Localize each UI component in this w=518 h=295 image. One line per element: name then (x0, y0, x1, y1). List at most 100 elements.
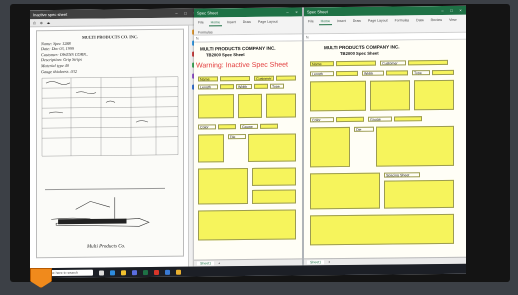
cell-gauge[interactable]: Gauge (240, 123, 258, 130)
file-explorer-icon[interactable] (121, 269, 127, 275)
cell-value[interactable] (394, 116, 422, 122)
cell-value[interactable] (254, 83, 268, 89)
table-block[interactable] (198, 94, 234, 119)
signature: Multi Products Co. (87, 244, 126, 251)
page-nav-icon[interactable]: ◂▸ (47, 21, 51, 25)
sheet-tab[interactable]: Sheet1 (307, 260, 325, 265)
cell-value[interactable] (260, 123, 278, 129)
table-block[interactable] (238, 93, 262, 119)
table-block[interactable] (370, 80, 410, 111)
ribbon-tab-page-layout[interactable]: Page Layout (366, 18, 390, 24)
chrome-icon[interactable] (176, 269, 182, 275)
maximize-icon[interactable]: □ (183, 11, 188, 16)
table-block[interactable] (310, 126, 350, 168)
scanned-spec-page: MULTI PRODUCTS CO. INC. Name: Spec 1288 … (36, 28, 184, 259)
minimize-icon[interactable]: – (285, 10, 290, 15)
form-line: Gauge thickness .032 (41, 68, 77, 74)
table-block[interactable] (310, 213, 454, 246)
cell-width[interactable]: Width (236, 83, 252, 90)
cell-value[interactable] (220, 75, 250, 82)
spec-sheet-left: MULTI PRODUCTS COMPANY INC. TB2000 Spec … (194, 41, 302, 267)
add-sheet-icon[interactable]: + (218, 261, 220, 265)
cell-value[interactable] (218, 124, 236, 130)
table-block[interactable] (376, 125, 454, 167)
sheet-name: TB2000 Spec Sheet (206, 52, 245, 58)
cell-value[interactable] (276, 75, 296, 81)
ribbon-tab-file[interactable]: File (306, 18, 316, 24)
cell-spacing-sheet[interactable]: Spacing Sheet (384, 172, 420, 178)
spec-sheet-right: MULTI PRODUCTS COMPANY INC. TB2000 Spec … (304, 39, 466, 266)
table-block[interactable] (252, 167, 296, 186)
cell-value[interactable] (336, 70, 358, 77)
task-view-icon[interactable] (99, 270, 105, 276)
minimize-icon[interactable]: – (174, 11, 179, 16)
add-sheet-icon[interactable]: + (328, 260, 330, 264)
cell-value[interactable] (336, 60, 376, 67)
cell-die[interactable]: Die (228, 134, 246, 140)
excel-window-left: Spec Sheet – × File Home Insert Draw Pag… (194, 7, 302, 267)
cell-color[interactable]: Color (310, 117, 334, 123)
cell-value[interactable] (408, 59, 448, 66)
edge-icon[interactable] (110, 269, 116, 275)
cell-type[interactable]: Type (270, 83, 284, 89)
table-block[interactable] (310, 80, 366, 112)
ribbon-tab-review[interactable]: Review (429, 17, 444, 23)
cell-customer[interactable]: Customer (254, 75, 274, 81)
ribbon-tab-insert[interactable]: Insert (335, 18, 348, 24)
cell-gauge[interactable]: Gauge (368, 116, 392, 122)
cell-type[interactable]: Type (412, 70, 430, 76)
cell-name[interactable]: Name (310, 61, 334, 67)
zoom-icon[interactable]: ⊕ (40, 21, 43, 25)
cell-length[interactable]: Length (198, 84, 218, 90)
table-block[interactable] (266, 93, 296, 118)
form-grid (41, 76, 179, 157)
cell-value[interactable] (336, 116, 364, 123)
part-drawing (45, 187, 165, 234)
table-block[interactable] (252, 189, 296, 204)
ribbon-tab-draw[interactable]: Draw (241, 19, 253, 25)
ribbon-tab-draw[interactable]: Draw (351, 18, 363, 24)
cell-color[interactable]: Color (198, 124, 216, 130)
cell-value[interactable] (386, 70, 408, 76)
table-block[interactable] (384, 179, 454, 209)
mail-icon[interactable] (165, 269, 171, 275)
ribbon-tab-page-layout[interactable]: Page Layout (256, 19, 280, 25)
table-block[interactable] (198, 168, 248, 205)
cell-length[interactable]: Length (310, 71, 334, 77)
cell-name[interactable]: Name (198, 76, 218, 82)
cell-value[interactable] (432, 69, 454, 76)
table-block[interactable] (198, 209, 296, 241)
print-icon[interactable]: ⎙ (33, 21, 36, 25)
pdf-icon[interactable] (154, 269, 160, 275)
excel-title: Spec Sheet (307, 9, 328, 15)
table-block[interactable] (198, 134, 224, 163)
inactive-warning: Warning: Inactive Spec Sheet (196, 61, 288, 70)
ribbon-tab-home[interactable]: Home (208, 19, 222, 27)
cell-customer[interactable]: Customer (380, 60, 406, 66)
cell-value[interactable] (220, 84, 234, 90)
excel-icon[interactable] (143, 269, 149, 275)
cell-die[interactable]: Die (354, 126, 374, 132)
ribbon-tab-home[interactable]: Home (318, 18, 332, 26)
excel-title: Spec Sheet (197, 10, 218, 16)
close-icon[interactable]: × (294, 9, 299, 14)
sheet-tab[interactable]: Sheet1 (197, 261, 215, 266)
sheet-name: TB2000 Spec Sheet (340, 50, 379, 57)
ribbon-tab-data[interactable]: Data (414, 17, 425, 23)
maximize-icon[interactable]: □ (449, 8, 454, 13)
excel-window-right: Spec Sheet – □ × File Home Insert Draw P… (304, 5, 466, 266)
taskbar-search[interactable]: Type here to search (45, 269, 94, 277)
store-icon[interactable] (132, 269, 138, 275)
table-block[interactable] (248, 133, 296, 162)
ribbon-tab-formulas[interactable]: Formulas (393, 17, 412, 23)
ribbon-tab-formulas[interactable]: Formulas (196, 29, 215, 35)
ribbon-tab-view[interactable]: View (447, 17, 459, 23)
cell-width[interactable]: Width (362, 70, 384, 76)
ribbon-tab-file[interactable]: File (196, 19, 206, 25)
table-block[interactable] (414, 79, 454, 111)
table-block[interactable] (310, 172, 380, 210)
pdf-toolbar: ⎙ ⊕ ◂▸ (30, 17, 200, 28)
minimize-icon[interactable]: – (440, 8, 445, 13)
close-icon[interactable]: × (458, 8, 463, 13)
ribbon-tab-insert[interactable]: Insert (225, 19, 238, 25)
